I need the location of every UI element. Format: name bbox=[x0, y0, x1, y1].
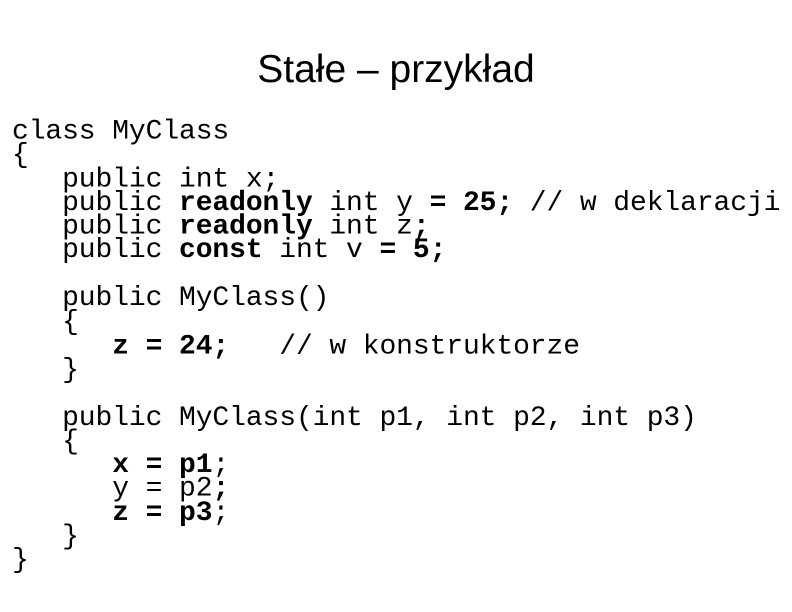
code-bold-segment: = 25; bbox=[429, 188, 514, 219]
code-bold-segment: z = p3 bbox=[112, 498, 213, 529]
code-segment: } bbox=[12, 355, 79, 386]
slide-title: Stałe – przykład bbox=[0, 48, 792, 92]
code-segment: // w deklaracji bbox=[513, 188, 781, 219]
code-bold-segment: = 5; bbox=[379, 236, 447, 267]
code-segment: public MyClass(int p1, int p2, int p3) bbox=[12, 402, 697, 434]
code-line: public MyClass(int p1, int p2, int p3) bbox=[12, 404, 780, 431]
code-block: class MyClass{ public int x; public read… bbox=[12, 119, 781, 575]
code-segment: public bbox=[12, 236, 180, 267]
slide-title-text: Stałe – przykład bbox=[257, 48, 535, 91]
code-bold-segment: const bbox=[179, 236, 263, 267]
code-bold-segment: z = 24; bbox=[112, 331, 230, 362]
code-segment: int v bbox=[262, 236, 380, 267]
code-line: } bbox=[12, 547, 780, 574]
code-line: public const int v = 5; bbox=[12, 238, 780, 265]
code-segment: } bbox=[12, 545, 29, 577]
code-line: z = 24; // w konstruktorze bbox=[12, 333, 780, 360]
code-line: } bbox=[12, 523, 780, 550]
code-segment: class MyClass bbox=[12, 117, 230, 148]
code-line: z = p3; bbox=[12, 500, 780, 527]
code-line: } bbox=[12, 357, 780, 384]
code-segment: // w konstruktorze bbox=[229, 331, 580, 362]
code-line: class MyClass bbox=[12, 119, 780, 146]
code-segment: ; bbox=[212, 498, 230, 529]
code-line: public MyClass() bbox=[12, 285, 780, 312]
